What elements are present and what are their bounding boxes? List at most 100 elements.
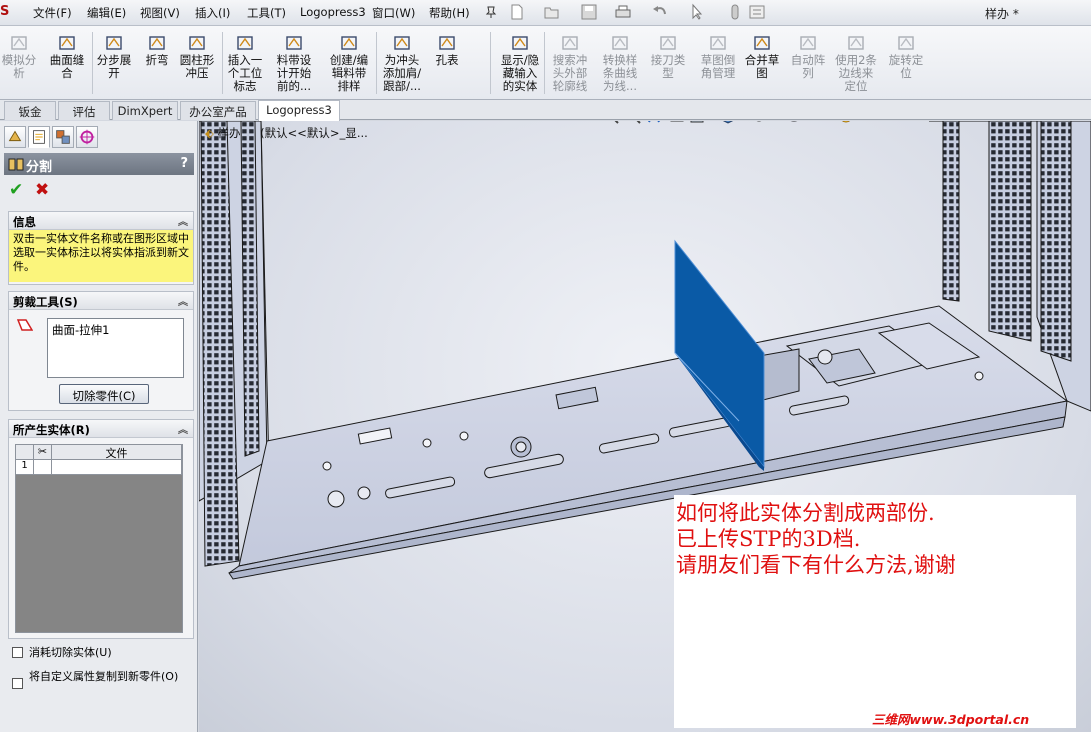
selection-item[interactable]: 曲面-拉伸1	[52, 323, 109, 337]
part-name[interactable]: 样办	[218, 126, 241, 140]
menu-insert[interactable]: 插入(I)	[195, 5, 230, 21]
tab-dimxpert[interactable]: DimXpert	[112, 101, 178, 120]
menu-file[interactable]: 文件(F)	[33, 5, 72, 21]
view-orientation-icon[interactable]	[688, 121, 706, 125]
ribbon-button-auto-pattern[interactable]: 自动阵列	[788, 34, 828, 80]
zoom-to-fit-icon[interactable]	[602, 121, 620, 125]
trim-tools-heading[interactable]: 剪裁工具(S) ︽	[9, 292, 193, 310]
menu-window[interactable]: 窗口(W)	[372, 5, 415, 21]
ok-button[interactable]: ✔	[9, 180, 23, 200]
zoom-to-area-icon[interactable]	[624, 121, 642, 125]
section-view-icon[interactable]	[668, 121, 686, 125]
ribbon-button-station-marker[interactable]: 插入一 个工位 标志	[224, 34, 266, 93]
ribbon-button-strip-layout[interactable]: 创建/编 辑料带 排样	[324, 34, 374, 93]
blank-header	[16, 445, 34, 459]
tab-evaluate[interactable]: 评估	[58, 101, 110, 120]
cut-part-button[interactable]: 切除零件(C)	[59, 384, 149, 404]
ribbon-button-cylinder-stamp[interactable]: 圆柱形 冲压	[176, 34, 218, 80]
edit-appearance-icon[interactable]	[785, 121, 803, 125]
ribbon-separator	[490, 32, 491, 94]
ribbon-button-punch-shoulder[interactable]: 为冲头 添加肩/跟部/...	[378, 34, 426, 93]
ribbon-label-line: 折弯	[145, 53, 169, 67]
view-settings-icon[interactable]	[837, 121, 855, 125]
show-hide-icon	[512, 36, 528, 50]
tab-logopress[interactable]: Logopress3	[258, 100, 340, 121]
configuration-tab-icon[interactable]	[52, 126, 74, 148]
display-style-icon[interactable]	[719, 121, 737, 125]
ribbon-button-knit-surface[interactable]: 曲面缝合	[44, 34, 90, 80]
bodies-table-header: ✂ 文件	[15, 444, 183, 460]
knit-surface-icon	[59, 36, 75, 50]
ribbon-label-line: 型	[662, 66, 674, 80]
collapse-icon[interactable]: ︽	[178, 421, 188, 436]
ribbon-button-show-hide[interactable]: 显示/隐 藏输入 的实体	[496, 34, 544, 93]
cancel-button[interactable]: ✖	[35, 180, 49, 200]
previous-view-icon[interactable]	[646, 121, 664, 125]
menu-help[interactable]: 帮助(H)	[429, 5, 470, 21]
ribbon-button-merge-sketch[interactable]: 合并草图	[742, 34, 782, 80]
ribbon-separator	[544, 32, 545, 94]
print-icon[interactable]	[614, 3, 632, 21]
ribbon-button-search-punch[interactable]: 搜索冲 头外部 轮廓线	[548, 34, 592, 93]
ribbon-button-bend[interactable]: 折弯	[140, 34, 174, 67]
file-column-header: 文件	[52, 445, 182, 460]
tab-sheet-metal[interactable]: 钣金	[4, 101, 56, 120]
table-row[interactable]: 1	[15, 460, 183, 475]
ribbon-button-hole-table[interactable]: 孔表	[432, 34, 462, 67]
ribbon-button-convert-spline[interactable]: 转换样 条曲线 为线...	[598, 34, 642, 93]
undo-icon[interactable]	[651, 3, 669, 21]
row-file-cell[interactable]	[52, 460, 182, 474]
row-checkbox[interactable]	[34, 460, 52, 474]
trim-tools-selection-list[interactable]: 曲面-拉伸1	[47, 318, 184, 378]
trim-tool-icon	[17, 319, 33, 331]
hide-show-items-icon[interactable]	[750, 121, 768, 125]
collapse-icon[interactable]: ︽	[178, 213, 188, 228]
command-tabs: 钣金 评估 DimXpert 办公室产品 Logopress3	[0, 100, 1091, 121]
ribbon-label-line: 孔表	[435, 53, 459, 67]
help-button[interactable]: ?	[180, 156, 188, 171]
panel-title: 分割	[26, 160, 53, 175]
station-marker-icon	[237, 36, 253, 50]
menu-edit[interactable]: 编辑(E)	[87, 5, 126, 21]
pin-icon[interactable]	[484, 5, 498, 19]
tab-office-products[interactable]: 办公室产品	[180, 101, 256, 120]
command-manager: 模拟分析曲面缝合分步展开折弯 圆柱形 冲压 插入一 个工位 标志 料带设 计开始 前的... 创建…	[0, 26, 1091, 100]
ribbon-button-step-unfold[interactable]: 分步展开	[94, 34, 134, 80]
apply-scene-icon[interactable]	[807, 121, 825, 125]
rebuild-icon[interactable]	[726, 3, 744, 21]
panel-header: 分割 ?	[4, 153, 194, 175]
auto-pattern-icon	[800, 36, 816, 50]
menu-view[interactable]: 视图(V)	[140, 5, 180, 21]
open-icon[interactable]	[543, 3, 561, 21]
property-manager-tab-icon[interactable]	[28, 126, 50, 148]
ribbon-button-strip-design[interactable]: 料带设 计开始 前的...	[272, 34, 316, 93]
info-group: 信息 ︽ 双击一实体文件名称或在图形区域中选取一实体标注以将实体指派到新文件。	[8, 211, 194, 285]
menu-logopress[interactable]: Logopress3	[300, 5, 366, 19]
feature-tree-tab-icon[interactable]	[4, 126, 26, 148]
copy-custom-properties-checkbox[interactable]: 将自定义属性复制到新零件(O)	[12, 670, 192, 698]
collapse-icon[interactable]: ︽	[178, 293, 188, 308]
resulting-bodies-group: 所产生实体(R) ︽ ✂ 文件 1	[8, 419, 194, 639]
trim-tools-group: 剪裁工具(S) ︽ 曲面-拉伸1 切除零件(C)	[8, 291, 194, 411]
ribbon-button-rotate-locate[interactable]: 旋转定位	[886, 34, 926, 80]
checkbox-box[interactable]	[12, 678, 23, 689]
menu-tools[interactable]: 工具(T)	[247, 5, 286, 21]
feature-tree-flyout[interactable]: ⬖ 样办 (默认<<默认>_显...	[205, 125, 368, 141]
resulting-bodies-heading[interactable]: 所产生实体(R) ︽	[9, 420, 193, 438]
ribbon-button-two-edge-locate[interactable]: 使用2条 边线来 定位	[834, 34, 878, 93]
annotation-line-3: 请朋友们看下有什么方法,谢谢	[676, 553, 956, 577]
checkbox-box[interactable]	[12, 647, 23, 658]
new-document-icon[interactable]	[508, 3, 526, 21]
ribbon-button-sketch-chamfer[interactable]: 草图倒 角管理	[696, 34, 740, 80]
save-icon[interactable]	[580, 3, 598, 21]
ribbon-button-cut-type[interactable]: 接刀类型	[648, 34, 688, 80]
ribbon-label-line: 角管理	[700, 66, 736, 80]
info-heading[interactable]: 信息 ︽	[9, 212, 193, 230]
dimxpert-tab-icon[interactable]	[76, 126, 98, 148]
select-arrow-icon[interactable]	[688, 3, 706, 21]
options-icon[interactable]	[748, 3, 766, 21]
ribbon-button-simulate[interactable]: 模拟分析	[0, 34, 38, 80]
part-icon: ⬖	[205, 126, 214, 140]
resulting-bodies-heading-label: 所产生实体(R)	[13, 423, 90, 437]
property-manager: 分割 ? ✔ ✖ 信息 ︽ 双击一实体文件名称或在图形区域中选取一实体标注以将实…	[0, 121, 198, 732]
